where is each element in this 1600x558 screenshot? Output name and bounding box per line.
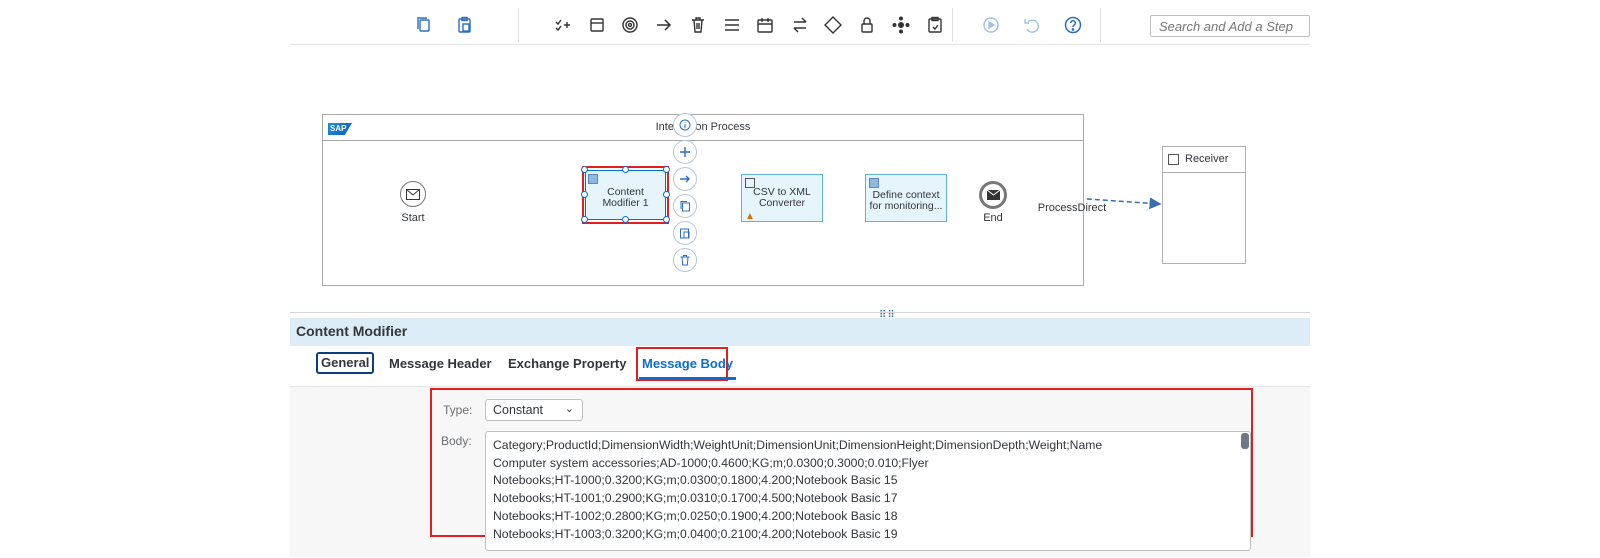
start-label: Start <box>401 212 425 224</box>
toolbar-divider <box>518 8 519 42</box>
body-textarea[interactable]: Category;ProductId;DimensionWidth;Weight… <box>485 431 1251 551</box>
play-icon[interactable] <box>980 14 1002 36</box>
converter-icon <box>745 178 755 188</box>
warning-icon: ▲ <box>745 211 755 222</box>
type-select[interactable]: Constant ⌄ <box>485 399 583 421</box>
step-label: Content Modifier 1 <box>602 186 649 209</box>
resize-handle[interactable] <box>663 216 670 223</box>
pool-title: Integration Process <box>655 121 751 133</box>
scrollbar-thumb[interactable] <box>1241 433 1249 449</box>
connection-label: ProcessDirect <box>1037 202 1107 214</box>
type-value: Constant <box>493 403 544 417</box>
chevron-down-icon: ⌄ <box>564 403 574 415</box>
arrow-right-icon[interactable] <box>653 14 675 36</box>
undo-icon[interactable] <box>1021 14 1043 36</box>
resize-handle[interactable] <box>622 216 629 223</box>
resize-handle[interactable] <box>663 166 670 173</box>
toolbar <box>290 0 1310 45</box>
body-line: Notebooks;HT-1003;0.3200;KG;m;0.0400;0.2… <box>493 526 898 541</box>
body-line: Notebooks;HT-1001;0.2900;KG;m;0.0310;0.1… <box>493 491 898 506</box>
resize-handle[interactable] <box>581 191 588 198</box>
step-type-icon <box>588 174 598 184</box>
integration-process-pool[interactable]: SAP Integration Process <box>322 114 1084 286</box>
panel-title: Content Modifier <box>290 318 1310 346</box>
info-icon[interactable] <box>673 113 697 137</box>
resize-handle[interactable] <box>622 166 629 173</box>
resize-handle[interactable] <box>581 216 588 223</box>
clipboard-icon[interactable] <box>924 14 946 36</box>
resize-handle[interactable] <box>663 191 670 198</box>
toolbar-divider <box>1100 8 1101 42</box>
app-frame: SAP Integration Process Start Content Mo… <box>290 0 1310 557</box>
cluster-icon[interactable] <box>890 14 912 36</box>
target-icon[interactable] <box>619 14 641 36</box>
csv-to-xml-step[interactable]: ▲ CSV to XML Converter <box>741 174 823 222</box>
resize-handle[interactable] <box>581 166 588 173</box>
calendar-icon[interactable] <box>754 14 776 36</box>
property-tabs: General Message Header Exchange Property… <box>290 346 1310 387</box>
window-icon[interactable] <box>586 14 608 36</box>
paste-icon[interactable] <box>454 14 476 36</box>
add-icon[interactable] <box>673 140 697 164</box>
toolbar-divider <box>952 8 953 42</box>
trash-icon[interactable] <box>687 14 709 36</box>
envelope-icon <box>986 190 1000 200</box>
message-body-content: Type: Constant ⌄ Body: Category;ProductI… <box>290 387 1310 557</box>
body-line: Computer system accessories;AD-1000;0.46… <box>493 455 929 470</box>
receiver-icon <box>1168 154 1179 165</box>
pool-header: SAP Integration Process <box>323 115 1083 141</box>
envelope-icon <box>406 188 420 200</box>
search-step-input[interactable] <box>1150 15 1310 37</box>
body-line: Notebooks;HT-1002;0.2800;KG;m;0.0250;0.1… <box>493 508 898 523</box>
start-event[interactable] <box>400 181 426 207</box>
tab-message-header[interactable]: Message Header <box>386 352 495 378</box>
swap-icon[interactable] <box>789 14 811 36</box>
type-label: Type: <box>443 403 473 417</box>
end-label: End <box>983 212 1003 224</box>
copy-icon[interactable] <box>673 194 697 218</box>
body-label: Body: <box>441 434 472 448</box>
content-modifier-step[interactable]: Content Modifier 1 <box>585 170 666 220</box>
script-icon <box>869 178 879 188</box>
diamond-icon[interactable] <box>822 14 844 36</box>
tab-exchange-property[interactable]: Exchange Property <box>505 352 630 378</box>
copy-icon[interactable] <box>413 14 435 36</box>
process-canvas: SAP Integration Process Start Content Mo… <box>290 46 1310 312</box>
tab-message-body[interactable]: Message Body <box>639 352 737 380</box>
lock-icon[interactable] <box>856 14 878 36</box>
step-label: CSV to XML Converter <box>753 186 811 209</box>
help-icon[interactable] <box>1062 14 1084 36</box>
body-line: Notebooks;HT-1000;0.3200;KG;m;0.0300;0.1… <box>493 473 898 488</box>
receiver-participant[interactable]: Receiver <box>1162 146 1246 264</box>
step-label: Define context for monitoring... <box>869 189 943 212</box>
body-line: Category;ProductId;DimensionWidth;Weight… <box>493 438 1103 452</box>
menu-icon[interactable] <box>721 14 743 36</box>
check-add-icon[interactable] <box>552 14 574 36</box>
define-context-step[interactable]: Define context for monitoring... <box>865 174 947 222</box>
connect-arrow-icon[interactable] <box>673 167 697 191</box>
end-event[interactable] <box>979 181 1007 209</box>
tab-general[interactable]: General <box>316 352 375 374</box>
receiver-header: Receiver <box>1163 147 1245 173</box>
receiver-label: Receiver <box>1185 153 1229 165</box>
paste-icon[interactable] <box>673 221 697 245</box>
delete-icon[interactable] <box>673 248 697 272</box>
